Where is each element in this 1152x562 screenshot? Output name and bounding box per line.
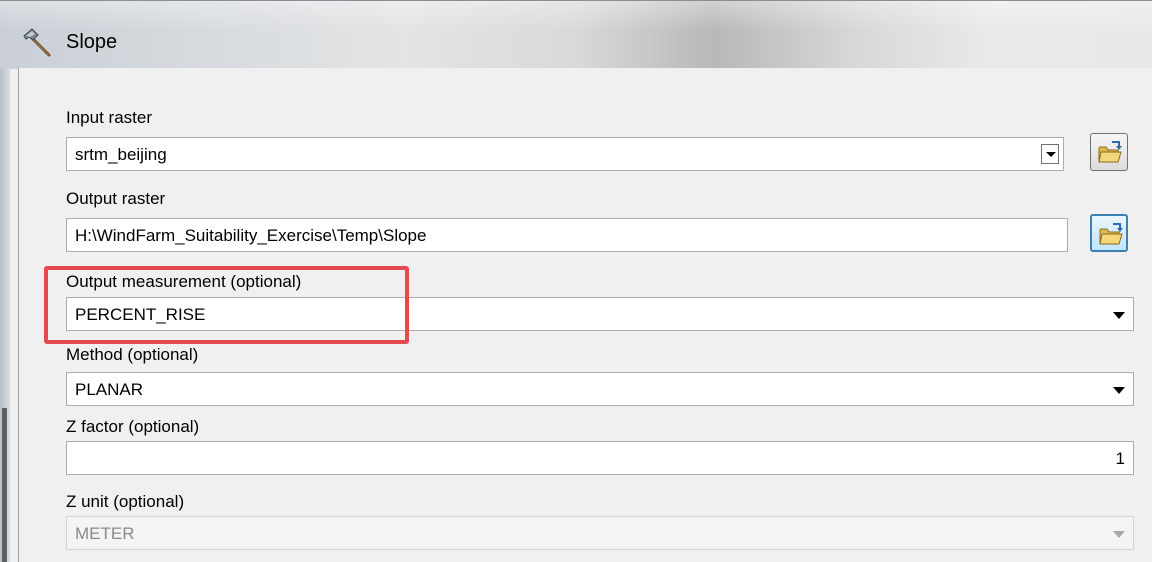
input-raster-combobox[interactable]: srtm_beijing [66,137,1064,171]
chevron-down-icon[interactable] [1113,531,1125,538]
method-value: PLANAR [75,380,144,399]
z-unit-dropdown[interactable]: METER [66,516,1134,550]
output-raster-browse-button[interactable] [1090,214,1128,252]
chevron-down-icon[interactable] [1113,312,1125,319]
open-folder-icon [1098,141,1122,163]
chevron-down-icon[interactable] [1113,387,1125,394]
output-raster-value: H:\WindFarm_Suitability_Exercise\Temp\Sl… [75,226,427,245]
highlight-box [44,266,409,344]
z-unit-label: Z unit (optional) [66,492,185,511]
output-raster-label: Output raster [66,189,166,208]
z-factor-label: Z factor (optional) [66,417,200,436]
method-label: Method (optional) [66,345,199,364]
title-bar[interactable]: Slope [0,0,1152,69]
slope-tool-dialog: Slope Input raster srtm_beijing Output r… [0,0,1152,562]
chevron-down-icon[interactable] [1041,144,1059,164]
window-frame [0,68,10,562]
z-unit-value: METER [75,524,135,543]
input-raster-browse-button[interactable] [1090,133,1128,171]
output-raster-input[interactable]: H:\WindFarm_Suitability_Exercise\Temp\Sl… [66,218,1068,252]
z-factor-value: 1 [1115,449,1125,468]
input-raster-value: srtm_beijing [75,145,167,164]
window-title: Slope [66,31,118,53]
hammer-icon [22,27,54,59]
method-dropdown[interactable]: PLANAR [66,372,1134,406]
input-raster-label: Input raster [66,108,152,127]
open-folder-icon [1099,223,1123,245]
z-factor-input[interactable]: 1 [66,441,1134,475]
